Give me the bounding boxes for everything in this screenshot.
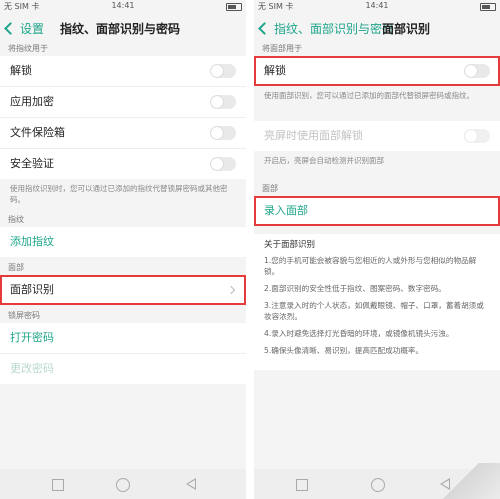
about-item: 2.面部识别的安全性低于指纹、图案密码、数字密码。 xyxy=(264,284,446,293)
fp-unlock-row[interactable]: 解锁 xyxy=(0,56,246,87)
about-item: 3.注意录入时的个人状态，如佩戴眼镜、帽子、口罩，蓄着胡须或妆容浓烈。 xyxy=(264,301,484,321)
back-triangle-icon[interactable] xyxy=(186,478,196,490)
fp-app-encrypt-toggle[interactable] xyxy=(210,95,236,109)
fp-file-vault-row[interactable]: 文件保险箱 xyxy=(0,118,246,149)
clock: 14:41 xyxy=(365,1,389,10)
status-bar: 无 SIM 卡 14:41 xyxy=(0,0,246,12)
about-face-recognition: 关于面部识别 1.您的手机可能会被容貌与您相近的人或外形与您相似的物品解锁。 2… xyxy=(254,234,500,370)
screen-on-face-unlock-row[interactable]: 亮屏时使用面部解锁 xyxy=(254,121,500,151)
nav-bar: 设置 指纹、面部识别与密码 xyxy=(0,12,246,42)
home-icon[interactable] xyxy=(371,478,385,492)
page-title: 面部识别 xyxy=(382,22,431,36)
fp-app-encrypt-row[interactable]: 应用加密 xyxy=(0,87,246,118)
about-item: 4.录入时避免选择灯光昏暗的环境，或镜像机镜头污浊。 xyxy=(264,329,454,338)
row-label: 文件保险箱 xyxy=(10,126,65,139)
row-label: 面部识别 xyxy=(10,283,54,296)
fp-unlock-toggle[interactable] xyxy=(210,64,236,78)
screen-on-note: 开启后，亮屏会自动检测并识别面部 xyxy=(264,156,384,165)
fp-security-verify-toggle[interactable] xyxy=(210,157,236,171)
chevron-left-icon xyxy=(4,22,17,35)
panel-divider xyxy=(246,0,254,499)
left-screen: 无 SIM 卡 14:41 设置 指纹、面部识别与密码 将指纹用于 解锁 应用加… xyxy=(0,0,246,499)
face-unlock-note: 使用面部识别，您可以通过已添加的面部代替锁屏密码或指纹。 xyxy=(264,91,474,100)
clock: 14:41 xyxy=(111,1,135,10)
section-header-fingerprint-use: 将指纹用于 xyxy=(8,44,48,53)
status-bar: 无 SIM 卡 14:41 xyxy=(254,0,500,12)
change-password-button[interactable]: 更改密码 xyxy=(0,354,246,384)
section-header-face-use: 将面部用于 xyxy=(262,44,302,53)
system-nav-bar xyxy=(0,469,246,499)
chevron-left-icon xyxy=(258,22,271,35)
fp-security-verify-row[interactable]: 安全验证 xyxy=(0,149,246,179)
fingerprint-use-group: 解锁 应用加密 文件保险箱 安全验证 xyxy=(0,56,246,179)
back-label: 设置 xyxy=(20,22,45,36)
face-recognition-row[interactable]: 面部识别 xyxy=(0,275,246,305)
page-title: 指纹、面部识别与密码 xyxy=(60,22,181,36)
nav-bar: 指纹、面部识别与密码 面部识别 xyxy=(254,12,500,42)
about-item: 5.确保头像清晰、易识别，提高匹配成功概率。 xyxy=(264,346,424,355)
battery-icon xyxy=(480,3,496,11)
back-button[interactable]: 指纹、面部识别与密码 xyxy=(258,20,395,37)
face-unlock-row[interactable]: 解锁 xyxy=(254,56,500,86)
open-password-button[interactable]: 打开密码 xyxy=(0,323,246,354)
recents-icon[interactable] xyxy=(296,479,308,491)
row-label: 解锁 xyxy=(264,64,286,77)
screen-on-face-unlock-toggle[interactable] xyxy=(464,129,490,143)
row-label: 应用加密 xyxy=(10,95,54,108)
row-label: 亮屏时使用面部解锁 xyxy=(264,129,363,142)
right-screen: 无 SIM 卡 14:41 指纹、面部识别与密码 面部识别 将面部用于 解锁 使… xyxy=(254,0,500,499)
home-icon[interactable] xyxy=(116,478,130,492)
battery-icon xyxy=(226,3,242,11)
section-header-face: 面部 xyxy=(262,184,278,193)
section-header-face: 面部 xyxy=(8,263,24,272)
section-header-lock-password: 锁屏密码 xyxy=(8,311,40,320)
about-title: 关于面部识别 xyxy=(264,240,316,250)
watermark-corner xyxy=(440,463,500,499)
fp-file-vault-toggle[interactable] xyxy=(210,126,236,140)
enroll-face-button[interactable]: 录入面部 xyxy=(254,196,500,226)
face-unlock-toggle[interactable] xyxy=(464,64,490,78)
row-label: 安全验证 xyxy=(10,157,54,170)
about-item: 1.您的手机可能会被容貌与您相近的人或外形与您相似的物品解锁。 xyxy=(264,256,477,276)
recents-icon[interactable] xyxy=(52,479,64,491)
chevron-right-icon xyxy=(226,285,236,295)
fingerprint-note: 使用指纹识别时，您可以通过已添加的指纹代替锁屏密码或其他密码。 xyxy=(10,184,228,204)
back-button[interactable]: 设置 xyxy=(4,20,45,37)
row-label: 解锁 xyxy=(10,64,32,77)
add-fingerprint-button[interactable]: 添加指纹 xyxy=(0,227,246,257)
section-header-fingerprint: 指纹 xyxy=(8,215,24,224)
back-label: 指纹、面部识别与密码 xyxy=(274,22,395,36)
